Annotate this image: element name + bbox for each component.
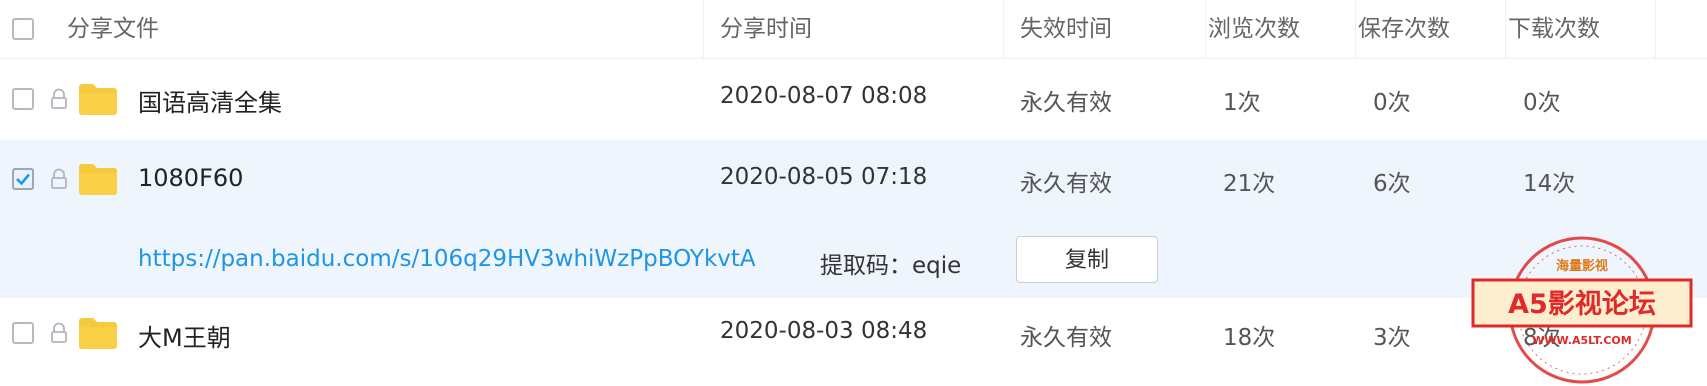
watermark-main-text: A5影视论坛: [1508, 289, 1656, 320]
download-count: 0次: [1523, 90, 1561, 116]
lock-icon: [51, 168, 67, 189]
watermark-top-text: 海量影视: [1556, 258, 1608, 274]
share-time: 2020-08-05 07:18: [720, 164, 928, 190]
save-count: 3次: [1373, 325, 1411, 351]
download-count: 14次: [1523, 171, 1576, 197]
file-name[interactable]: 大M王朝: [138, 318, 231, 353]
table-header: 分享文件 分享时间 失效时间 浏览次数 保存次数 下载次数: [0, 0, 1707, 59]
share-time: 2020-08-07 08:08: [720, 83, 928, 109]
select-all-checkbox[interactable]: [12, 18, 34, 40]
file-name[interactable]: 1080F60: [138, 164, 243, 192]
row-checkbox-checked[interactable]: [12, 168, 34, 190]
header-share-time[interactable]: 分享时间: [720, 0, 812, 58]
file-name[interactable]: 国语高清全集: [138, 83, 282, 118]
table-row-selected[interactable]: 1080F60 2020-08-05 07:18 永久有效 21次 6次 14次: [0, 140, 1707, 222]
copy-button[interactable]: 复制: [1016, 236, 1158, 283]
lock-icon: [51, 322, 67, 343]
view-count: 21次: [1223, 171, 1276, 197]
expire-time: 永久有效: [1020, 325, 1112, 351]
table-row[interactable]: 大M王朝 2020-08-03 08:48 永久有效 18次 3次 8次: [0, 298, 1707, 386]
save-count: 6次: [1373, 171, 1411, 197]
expire-time: 永久有效: [1020, 171, 1112, 197]
row-checkbox[interactable]: [12, 88, 34, 110]
header-views[interactable]: 浏览次数: [1208, 0, 1300, 58]
save-count: 0次: [1373, 90, 1411, 116]
header-saves[interactable]: 保存次数: [1358, 0, 1450, 58]
row-checkbox[interactable]: [12, 322, 34, 344]
expire-time: 永久有效: [1020, 90, 1112, 116]
table-row[interactable]: 国语高清全集 2020-08-07 08:08 永久有效 1次 0次 0次: [0, 58, 1707, 140]
view-count: 18次: [1223, 325, 1276, 351]
folder-icon: [79, 164, 117, 195]
folder-icon: [79, 84, 117, 115]
lock-icon: [51, 88, 67, 109]
extract-code: 提取码：eqie: [820, 253, 962, 279]
header-expire-time[interactable]: 失效时间: [1020, 0, 1112, 58]
header-downloads[interactable]: 下载次数: [1508, 0, 1600, 58]
watermark-stamp: 海量影视 A5影视论坛 WWW.A5LT.COM: [1471, 236, 1693, 384]
folder-icon: [79, 318, 117, 349]
view-count: 1次: [1223, 90, 1261, 116]
watermark-url-text: WWW.A5LT.COM: [1532, 334, 1631, 347]
share-time: 2020-08-03 08:48: [720, 318, 928, 344]
header-file[interactable]: 分享文件: [67, 0, 159, 58]
share-link[interactable]: https://pan.baidu.com/s/106q29HV3whiWzPp…: [138, 246, 756, 272]
